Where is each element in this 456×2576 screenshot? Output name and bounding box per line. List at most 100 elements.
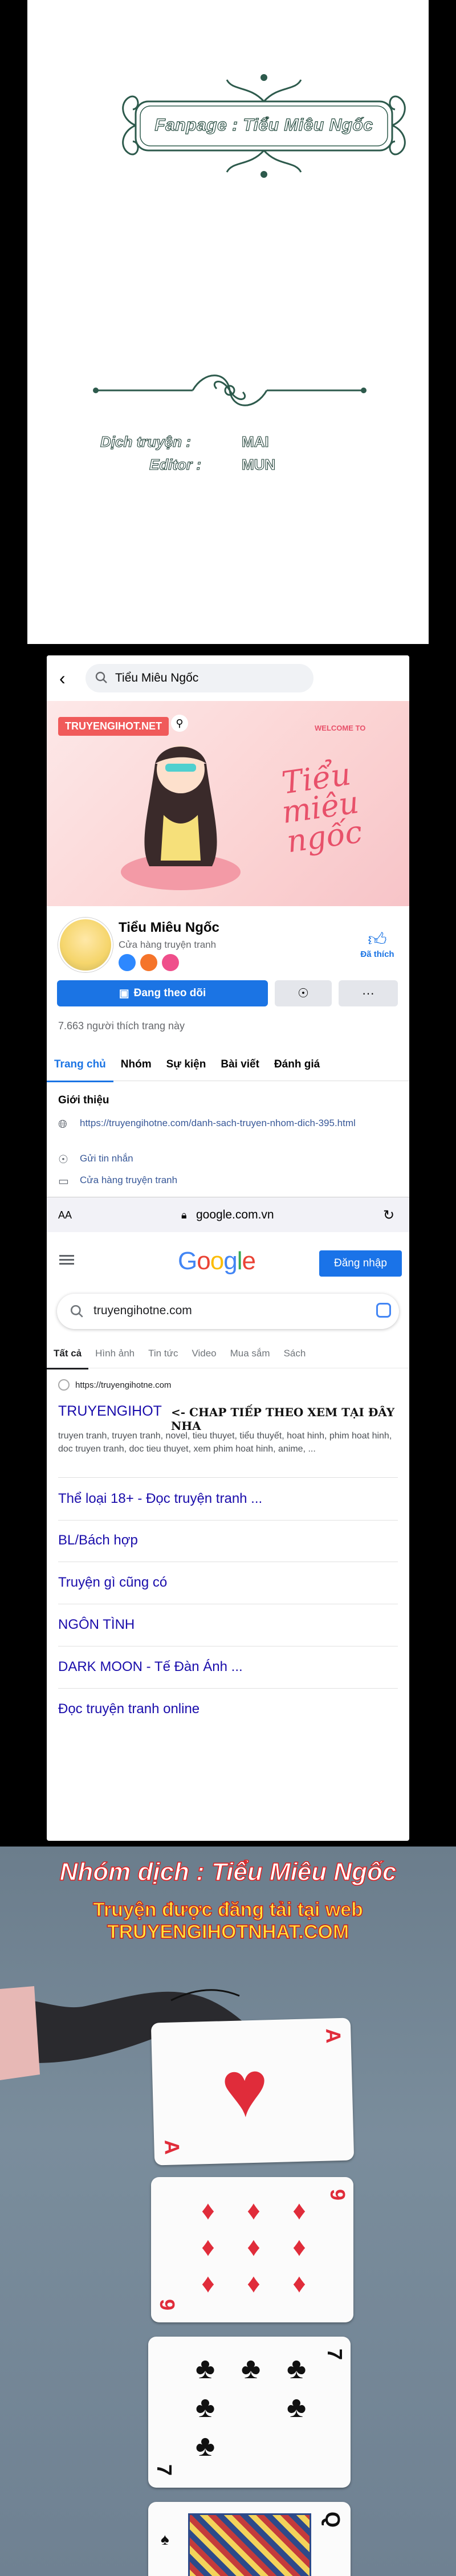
messenger-icon: ☉ — [298, 986, 309, 1000]
tab-images[interactable]: Hình ảnh — [88, 1339, 141, 1368]
tab-videos[interactable]: Video — [185, 1339, 223, 1368]
page-badges — [119, 954, 179, 971]
likes-count: 7.663 người thích trang này — [58, 1020, 185, 1032]
cover-search-icon[interactable]: ⚲ — [171, 715, 188, 732]
sitelink-item[interactable]: Thể loại 18+ - Đọc truyện tranh ... — [58, 1477, 398, 1521]
sitelink-item[interactable]: DARK MOON - Tế Đàn Ánh ... — [58, 1646, 398, 1689]
page-tabs: Trang chủ Nhóm Sự kiện Bài viết Đánh giá — [47, 1049, 409, 1082]
card-rank: 7 — [153, 2464, 177, 2476]
intro-category[interactable]: Cửa hàng truyện tranh — [80, 1174, 177, 1189]
club-icon: ♣ — [195, 2391, 215, 2424]
like-label: Đã thích — [360, 949, 394, 959]
diamond-icon: ♦ — [247, 2195, 260, 2225]
result-title[interactable]: TRUYENGIHOT — [58, 1403, 162, 1420]
diamond-icon: ♦ — [292, 2268, 306, 2298]
intro-message[interactable]: Gửi tin nhắn — [80, 1152, 133, 1168]
page-category: Cửa hàng truyện tranh — [119, 939, 217, 950]
site-favicon-icon — [58, 1379, 70, 1391]
tab-news[interactable]: Tin tức — [141, 1339, 185, 1368]
club-icon: ♣ — [286, 2352, 307, 2385]
messenger-button[interactable]: ☉ — [275, 980, 332, 1006]
tab-home[interactable]: Trang chủ — [47, 1049, 113, 1082]
face-card-art — [188, 2513, 311, 2576]
diamond-icon: ♦ — [247, 2232, 260, 2261]
lens-icon[interactable] — [376, 1303, 391, 1318]
card-rank: 7 — [323, 2348, 347, 2361]
sitelink-item[interactable]: BL/Bách hợp — [58, 1519, 398, 1562]
google-logo[interactable]: Google — [178, 1247, 256, 1275]
tab-shopping[interactable]: Mua sắm — [223, 1339, 277, 1368]
sitelink-item[interactable]: NGÔN TÌNH — [58, 1604, 398, 1646]
card-rank: A — [321, 2028, 345, 2044]
globe-icon: 🌐︎ — [58, 1118, 67, 1131]
diamond-icon: ♦ — [201, 2268, 215, 2298]
diamond-icon: ♦ — [201, 2195, 215, 2225]
search-text: Tiểu Miêu Ngốc — [115, 671, 199, 684]
translator-value: MAI — [241, 433, 269, 450]
like-button[interactable]: 👍︎ Đã thích — [355, 929, 400, 959]
diamond-suit-grid: ♦ ♦ ♦ ♦ ♦ ♦ ♦ ♦ ♦ — [185, 2194, 322, 2299]
search-query[interactable]: truyengihotne.com — [93, 1304, 192, 1318]
diamond-icon: ♦ — [292, 2232, 306, 2261]
search-icon — [95, 671, 108, 687]
cover-photo: TRUYENGIHOT.NET WELCOME TO Tiểu miêu ngố… — [47, 701, 409, 906]
page-name[interactable]: Tiểu Miêu Ngốc — [119, 920, 219, 936]
result-url: https://truyengihotne.com — [75, 1380, 172, 1390]
divider-ornament — [93, 374, 367, 406]
signin-button[interactable]: Đăng nhập — [319, 1250, 402, 1277]
reload-icon[interactable]: ↻ — [383, 1207, 394, 1224]
follow-button[interactable]: ▣ Đang theo dõi — [57, 980, 268, 1006]
url-text[interactable]: google.com.vn — [196, 1208, 274, 1222]
hamburger-menu-icon[interactable] — [59, 1253, 74, 1267]
intro-link-item[interactable]: 🌐︎ https://truyengihotne.com/danh-sach-t… — [58, 1117, 377, 1132]
sitelink-item[interactable]: Đọc truyện tranh online — [58, 1688, 398, 1730]
browser-url-bar[interactable]: AA 🔒︎ google.com.vn ↻ — [47, 1197, 409, 1233]
back-arrow-icon[interactable]: ‹ — [59, 667, 66, 690]
tab-events[interactable]: Sự kiện — [159, 1049, 214, 1081]
club-suit-grid: ♣ ♣ ♣ ♣ ♣ ♣ — [182, 2351, 319, 2464]
tab-all[interactable]: Tất cả — [47, 1339, 89, 1369]
folder-icon: ▭ — [58, 1175, 69, 1188]
google-tabs: Tất cả Hình ảnh Tin tức Video Mua sắm Sá… — [47, 1339, 409, 1369]
card-rank: 9 — [156, 2298, 180, 2311]
cover-illustration — [121, 745, 241, 890]
credit-panel: Fanpage : Tiểu Miêu Ngốc Dịch truyện : M… — [27, 0, 429, 644]
playing-card: Q ♠ — [148, 2502, 351, 2576]
diamond-icon: ♦ — [292, 2195, 306, 2225]
group-banner: Nhóm dịch : Tiểu Miêu Ngốc — [59, 1857, 397, 1886]
diamond-icon: ♦ — [201, 2232, 215, 2261]
result-url-row[interactable]: https://truyengihotne.com — [58, 1379, 171, 1391]
text-size-button[interactable]: AA — [58, 1209, 72, 1221]
page-avatar[interactable] — [58, 918, 113, 972]
sitelink-item[interactable]: Truyện gì cũng có — [58, 1562, 398, 1604]
more-label: ··· — [362, 986, 374, 1000]
badge-pink-icon[interactable] — [162, 954, 179, 971]
tab-posts[interactable]: Bài viết — [213, 1049, 267, 1081]
intro-link[interactable]: https://truyengihotne.com/danh-sach-truy… — [80, 1117, 356, 1132]
playing-card: A ♥ A — [150, 2017, 355, 2166]
profile-row: Tiểu Miêu Ngốc Cửa hàng truyện tranh 👍︎ … — [47, 906, 409, 980]
tab-reviews[interactable]: Đánh giá — [267, 1049, 327, 1081]
spade-icon: ♠ — [161, 2530, 169, 2548]
more-button[interactable]: ··· — [339, 980, 398, 1006]
editor-label: Editor : — [149, 455, 201, 473]
fanpage-title: Fanpage : Tiểu Miêu Ngốc — [154, 115, 373, 134]
intro-message-item[interactable]: ☉ Gửi tin nhắn — [58, 1152, 133, 1168]
club-icon: ♣ — [195, 2352, 215, 2385]
diamond-icon: ♦ — [247, 2268, 260, 2298]
editor-value: MUN — [241, 455, 276, 473]
tab-books[interactable]: Sách — [277, 1339, 313, 1368]
google-search-box[interactable]: truyengihotne.com — [57, 1294, 399, 1329]
manga-panel: Nhóm dịch : Tiểu Miêu Ngốc Truyện được đ… — [0, 1847, 456, 2576]
facebook-search-bar[interactable]: Tiểu Miêu Ngốc — [85, 664, 314, 692]
badge-blue-icon[interactable] — [119, 954, 136, 971]
club-icon: ♣ — [241, 2352, 261, 2385]
intro-category-item[interactable]: ▭ Cửa hàng truyện tranh — [58, 1174, 177, 1189]
thumbs-up-icon: 👍︎ — [368, 929, 387, 949]
messenger-small-icon: ☉ — [58, 1154, 68, 1166]
search-icon — [70, 1304, 84, 1322]
tab-groups[interactable]: Nhóm — [113, 1049, 159, 1081]
follow-label: Đang theo dõi — [133, 987, 206, 999]
result-note: <- CHAP TIẾP THEO XEM TẠI ĐÂY NHA — [171, 1405, 395, 1433]
badge-orange-icon[interactable] — [140, 954, 157, 971]
